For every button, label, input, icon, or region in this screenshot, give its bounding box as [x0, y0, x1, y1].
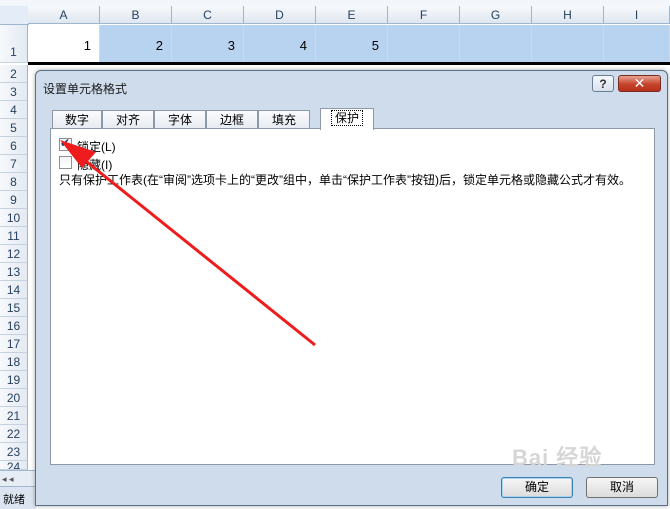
- row-header-5[interactable]: 5: [0, 119, 28, 137]
- row-header-2[interactable]: 2: [0, 65, 28, 83]
- cell-i1[interactable]: [604, 25, 670, 63]
- row-header-7[interactable]: 7: [0, 155, 28, 173]
- cancel-button[interactable]: 取消: [586, 477, 658, 498]
- cell-e1[interactable]: 5: [316, 25, 388, 63]
- select-all-corner[interactable]: [0, 6, 29, 25]
- tab-alignment[interactable]: 对齐: [102, 110, 154, 129]
- row-header-8[interactable]: 8: [0, 173, 28, 191]
- protection-description: 只有保护工作表(在“审阅”选项卡上的“更改”组中，单击“保护工作表”按钮)后，锁…: [59, 173, 631, 187]
- cell-a1[interactable]: 1: [28, 25, 100, 63]
- cell-d1[interactable]: 4: [244, 25, 316, 63]
- ok-button[interactable]: 确定: [501, 477, 573, 498]
- row-header-20[interactable]: 20: [0, 389, 28, 407]
- status-ready: 就绪: [3, 494, 25, 506]
- cell-c1[interactable]: 3: [172, 25, 244, 63]
- tab-protection[interactable]: 保护: [320, 108, 374, 130]
- row-header-9[interactable]: 9: [0, 191, 28, 209]
- column-header-a[interactable]: A: [28, 6, 100, 24]
- row-header-14[interactable]: 14: [0, 281, 28, 299]
- row-header-17[interactable]: 17: [0, 335, 28, 353]
- row-header-23[interactable]: 23: [0, 443, 28, 461]
- column-header-g[interactable]: G: [460, 6, 532, 24]
- hidden-checkbox[interactable]: [59, 156, 72, 169]
- row-header-18[interactable]: 18: [0, 353, 28, 371]
- row-header-1[interactable]: 1: [0, 25, 28, 63]
- locked-checkbox[interactable]: ✔: [59, 136, 72, 151]
- row-header-22[interactable]: 22: [0, 425, 28, 443]
- check-icon: ✔: [60, 136, 71, 150]
- sheet-nav-arrows[interactable]: ◂ ◂: [0, 470, 36, 486]
- row-header-19[interactable]: 19: [0, 371, 28, 389]
- cell-h1[interactable]: [532, 25, 604, 63]
- tab-font[interactable]: 字体: [154, 110, 206, 129]
- column-header-b[interactable]: B: [100, 6, 172, 24]
- watermark-logo: Bai 经验: [512, 445, 603, 470]
- row-header-15[interactable]: 15: [0, 299, 28, 317]
- row-header-11[interactable]: 11: [0, 227, 28, 245]
- row-header-21[interactable]: 21: [0, 407, 28, 425]
- cell-f1[interactable]: [388, 25, 460, 63]
- column-header-e[interactable]: E: [316, 6, 388, 24]
- tab-fill[interactable]: 填充: [258, 110, 310, 129]
- row-header-12[interactable]: 12: [0, 245, 28, 263]
- row-header-13[interactable]: 13: [0, 263, 28, 281]
- row-header-3[interactable]: 3: [0, 83, 28, 101]
- help-button[interactable]: ?: [592, 75, 614, 92]
- column-header-c[interactable]: C: [172, 6, 244, 24]
- row-header-10[interactable]: 10: [0, 209, 28, 227]
- selection-border: [28, 62, 670, 65]
- column-header-f[interactable]: F: [388, 6, 460, 24]
- tab-number[interactable]: 数字: [52, 110, 102, 129]
- status-bar: 就绪: [0, 486, 36, 509]
- row-header-4[interactable]: 4: [0, 101, 28, 119]
- row-header-6[interactable]: 6: [0, 137, 28, 155]
- cell-b1[interactable]: 2: [100, 25, 172, 63]
- dialog-titlebar[interactable]: 设置单元格格式 ? ✕: [36, 71, 667, 101]
- row-header-16[interactable]: 16: [0, 317, 28, 335]
- row-header-24[interactable]: 24: [0, 461, 28, 470]
- locked-label[interactable]: 锁定(L): [77, 138, 116, 155]
- tab-border[interactable]: 边框: [206, 110, 258, 129]
- close-button[interactable]: ✕: [618, 75, 661, 92]
- column-header-d[interactable]: D: [244, 6, 316, 24]
- protection-panel: ✔ 锁定(L) 隐藏(I) 只有保护工作表(在“审阅”选项卡上的“更改”组中，单…: [50, 128, 655, 465]
- column-header-i[interactable]: I: [604, 6, 670, 24]
- cell-g1[interactable]: [460, 25, 532, 63]
- tab-protection-label: 保护: [330, 110, 363, 126]
- hidden-label[interactable]: 隐藏(I): [77, 156, 112, 173]
- dialog-title: 设置单元格格式: [43, 82, 128, 96]
- column-header-h[interactable]: H: [532, 6, 604, 24]
